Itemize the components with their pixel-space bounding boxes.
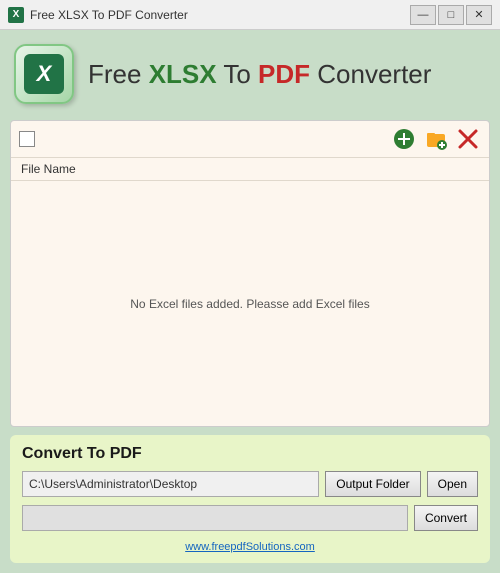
file-list-empty-message: No Excel files added. Pleasse add Excel … bbox=[11, 181, 489, 426]
app-title: Free XLSX To PDF Converter bbox=[88, 59, 431, 90]
progress-bar bbox=[22, 505, 408, 531]
path-row: Output Folder Open bbox=[22, 471, 478, 497]
open-button[interactable]: Open bbox=[427, 471, 478, 497]
minimize-button[interactable]: — bbox=[410, 5, 436, 25]
maximize-button[interactable]: □ bbox=[438, 5, 464, 25]
close-button[interactable]: ✕ bbox=[466, 5, 492, 25]
file-list-header: File Name bbox=[11, 158, 489, 181]
app-icon-letter: X bbox=[24, 54, 64, 94]
title-bar-icon: X bbox=[8, 7, 24, 23]
title-xlsx: XLSX bbox=[149, 59, 217, 89]
main-window: X Free XLSX To PDF Converter bbox=[0, 30, 500, 573]
bottom-section: Convert To PDF Output Folder Open Conver… bbox=[10, 435, 490, 563]
file-area-toolbar bbox=[11, 121, 489, 158]
footer-link[interactable]: www.freepdfSolutions.com bbox=[22, 539, 478, 553]
add-files-icon bbox=[393, 128, 415, 150]
title-to: To bbox=[217, 59, 258, 89]
title-bar: X Free XLSX To PDF Converter — □ ✕ bbox=[0, 0, 500, 30]
delete-files-button[interactable] bbox=[455, 127, 481, 151]
add-folder-button[interactable] bbox=[423, 127, 449, 151]
title-converter: Converter bbox=[310, 59, 431, 89]
title-pdf: PDF bbox=[258, 59, 310, 89]
title-bar-controls: — □ ✕ bbox=[410, 5, 492, 25]
select-all-checkbox[interactable] bbox=[19, 131, 35, 147]
add-folder-icon bbox=[425, 128, 447, 150]
convert-button[interactable]: Convert bbox=[414, 505, 478, 531]
title-bar-text: Free XLSX To PDF Converter bbox=[30, 8, 410, 22]
delete-icon bbox=[457, 128, 479, 150]
header: X Free XLSX To PDF Converter bbox=[10, 40, 490, 112]
add-files-button[interactable] bbox=[391, 127, 417, 151]
file-area: File Name No Excel files added. Pleasse … bbox=[10, 120, 490, 427]
convert-title: Convert To PDF bbox=[22, 445, 478, 463]
output-path-input[interactable] bbox=[22, 471, 319, 497]
app-icon: X bbox=[14, 44, 74, 104]
output-folder-button[interactable]: Output Folder bbox=[325, 471, 420, 497]
title-free: Free bbox=[88, 59, 149, 89]
progress-row: Convert bbox=[22, 505, 478, 531]
